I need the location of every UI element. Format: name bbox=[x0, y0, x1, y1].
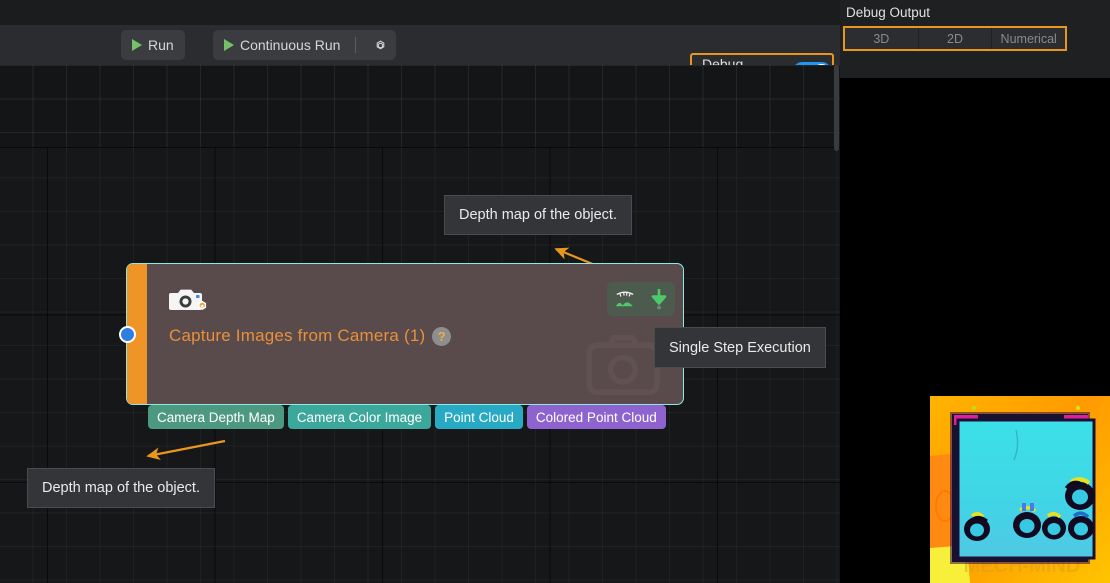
depth-map-preview[interactable]: MECH-MIND bbox=[930, 396, 1110, 583]
tooltip-single-step-execution: Single Step Execution bbox=[654, 327, 826, 368]
canvas-grid-upper bbox=[0, 65, 840, 147]
output-port-camera-color-image[interactable]: Camera Color Image bbox=[288, 405, 431, 429]
camera-star-icon bbox=[169, 284, 209, 318]
play-icon bbox=[132, 39, 142, 51]
continuous-run-button[interactable]: Continuous Run bbox=[213, 30, 396, 60]
node-title-text: Capture Images from Camera (1) bbox=[169, 326, 425, 346]
output-port-colored-point-cloud[interactable]: Colored Point Cloud bbox=[527, 405, 666, 429]
tooltip-depth-map-top: Depth map of the object. bbox=[444, 195, 632, 235]
debug-output-panel: Debug Output 3D 2D Numerical bbox=[840, 0, 1110, 583]
tooltip-depth-map-bottom: Depth map of the object. bbox=[27, 468, 215, 508]
debug-panel-title: Debug Output bbox=[846, 5, 930, 20]
editor-toolbar: Run Continuous Run Debug Output bbox=[0, 25, 840, 65]
tab-numerical[interactable]: Numerical bbox=[992, 28, 1065, 49]
toolbar-divider bbox=[355, 37, 356, 53]
run-button-label: Run bbox=[148, 38, 174, 52]
node-input-port[interactable] bbox=[119, 326, 136, 343]
node-capture-images-from-camera[interactable]: Capture Images from Camera (1) ? bbox=[126, 263, 684, 405]
play-icon bbox=[224, 39, 234, 51]
graph-editor: Run Continuous Run Debug Output bbox=[0, 0, 840, 583]
editor-top-strip bbox=[0, 0, 840, 25]
node-toolbar[interactable] bbox=[607, 282, 675, 316]
continuous-run-button-label: Continuous Run bbox=[240, 38, 340, 52]
point-cloud-icon[interactable] bbox=[614, 289, 636, 309]
debug-view-mode-tabs: 3D 2D Numerical bbox=[843, 26, 1067, 51]
node-title: Capture Images from Camera (1) ? bbox=[169, 326, 451, 346]
node-output-ports: Camera Depth Map Camera Color Image Poin… bbox=[148, 405, 666, 429]
node-watermark-camera-icon bbox=[585, 332, 661, 398]
gear-icon[interactable] bbox=[370, 35, 390, 55]
output-port-point-cloud[interactable]: Point Cloud bbox=[435, 405, 523, 429]
editor-vertical-scrollbar[interactable] bbox=[834, 65, 839, 151]
node-help-icon[interactable]: ? bbox=[432, 327, 451, 346]
tab-3d[interactable]: 3D bbox=[845, 28, 919, 49]
output-port-camera-depth-map[interactable]: Camera Depth Map bbox=[148, 405, 284, 429]
download-icon[interactable] bbox=[649, 288, 669, 310]
tab-2d[interactable]: 2D bbox=[919, 28, 993, 49]
run-button[interactable]: Run bbox=[121, 30, 185, 60]
